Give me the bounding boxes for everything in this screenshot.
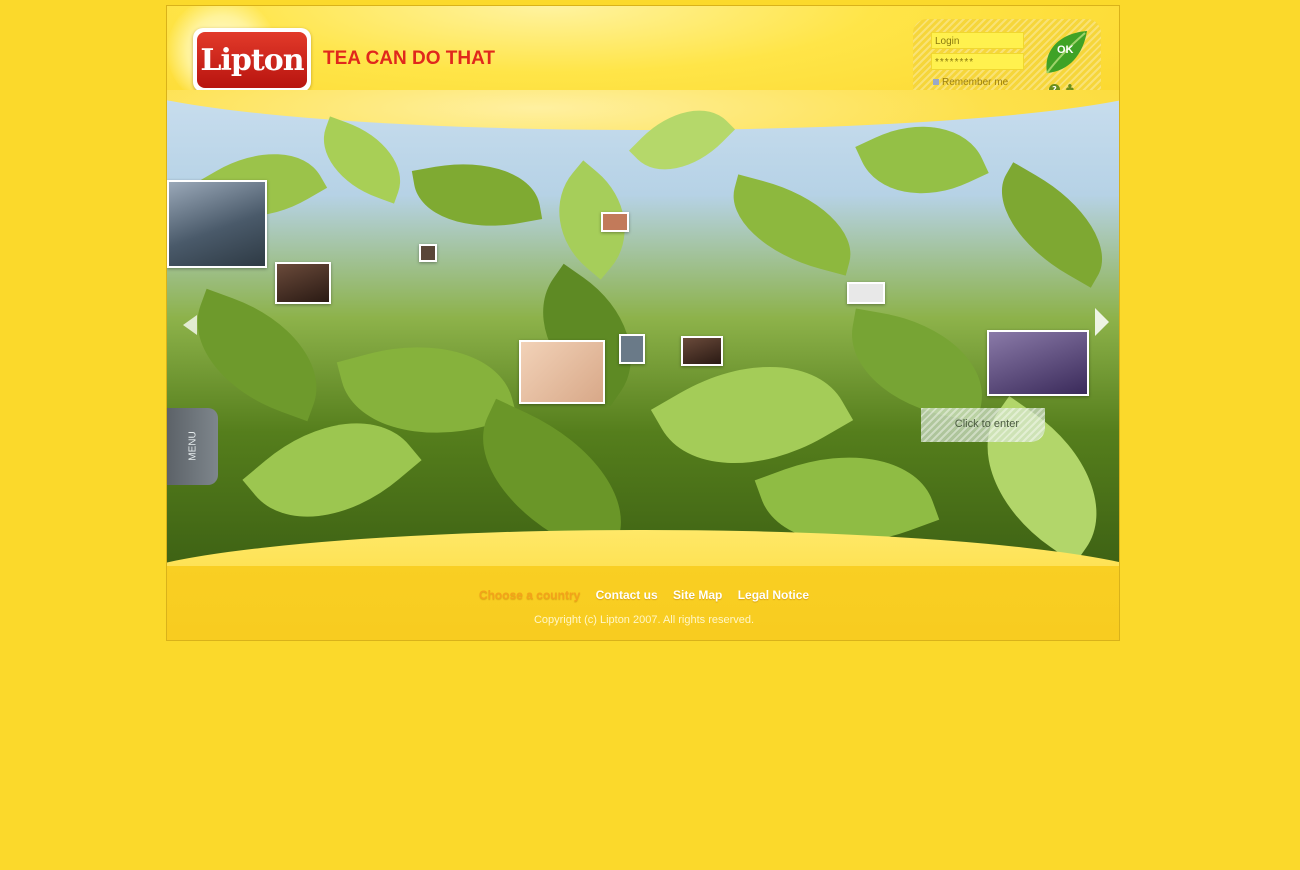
enter-label: Click to enter [954,418,1019,430]
site-map-link[interactable]: Site Map [673,588,722,602]
menu-tab[interactable]: MENU [167,408,218,485]
tea-leaf [720,174,864,276]
tea-leaf [411,150,543,240]
ok-button[interactable]: OK [1041,29,1089,79]
legal-notice-link[interactable]: Legal Notice [738,588,809,602]
footer-nav: Choose a country Contact us Site Map Leg… [167,588,1119,602]
logo-text: Lipton [200,42,304,78]
scene-bottom-curve [167,530,1119,566]
checkbox-icon [933,79,939,86]
photo-thumbnail[interactable] [419,244,437,262]
photo-thumbnail[interactable] [619,334,645,364]
click-to-enter-button[interactable]: Click to enter [921,408,1045,442]
previous-arrow-icon[interactable] [183,315,197,335]
photo-thumbnail[interactable] [987,330,1089,396]
site-frame: Lipton TEA CAN DO THAT Login ******** Re… [166,5,1120,641]
photo-thumbnail[interactable] [519,340,605,404]
scene-top-curve [167,90,1119,130]
photo-thumbnail[interactable] [681,336,723,366]
tea-leaf [531,160,653,280]
photo-thumbnail[interactable] [275,262,331,304]
remember-me-label: Remember me [942,77,1009,88]
password-input[interactable]: ******** [931,53,1024,70]
tagline: TEA CAN DO THAT [323,48,496,69]
lipton-logo[interactable]: Lipton [193,28,311,92]
photo-thumbnail[interactable] [847,282,885,304]
remember-me-checkbox[interactable]: Remember me [933,77,1008,88]
contact-us-link[interactable]: Contact us [596,588,658,602]
tea-leaf [840,308,994,422]
tea-leaf [309,116,415,204]
photo-thumbnail[interactable] [601,212,629,232]
photo-thumbnail[interactable] [167,180,267,268]
login-input[interactable]: Login [931,32,1024,49]
choose-country-link[interactable]: Choose a country [479,588,580,602]
tea-field-scene: Click to enter MENU [167,90,1119,566]
tea-leaf [978,162,1119,288]
menu-label: MENU [187,431,199,461]
next-arrow-icon[interactable] [1095,308,1109,336]
tea-leaf [175,288,339,422]
logo-badge: Lipton [197,32,307,88]
leaf-icon: OK [1046,31,1087,74]
copyright: Copyright (c) Lipton 2007. All rights re… [533,614,755,626]
ok-label: OK [1057,44,1074,56]
